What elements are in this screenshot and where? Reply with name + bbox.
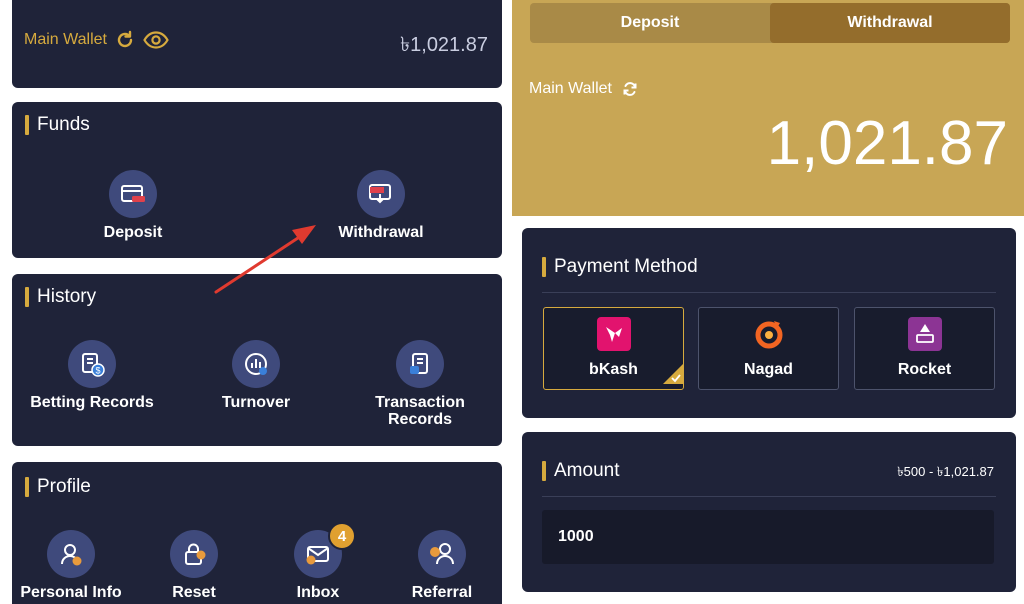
eye-icon[interactable] [143,31,169,49]
panel-wallet-label: Main Wallet [529,80,612,97]
withdrawal-label: Withdrawal [338,224,424,241]
deposit-withdrawal-tabs: Deposit Withdrawal [530,3,1010,43]
transaction-records-icon [396,340,444,388]
rocket-label: Rocket [897,361,952,378]
transaction-records-button[interactable]: Transaction Records [360,340,480,428]
inbox-unread-badge: 4 [328,522,356,550]
personal-info-button[interactable]: Personal Info [12,530,130,601]
deposit-card-icon [109,170,157,218]
reset-lock-icon [170,530,218,578]
nagad-label: Nagad [744,361,793,378]
bkash-logo-icon [596,317,631,351]
bkash-label: bKash [589,361,638,378]
rocket-logo-icon [907,317,942,351]
panel-refresh-icon[interactable] [622,81,638,97]
inbox-label: Inbox [296,584,340,601]
amount-input-value: 1000 [558,528,594,545]
betting-records-icon: $ [68,340,116,388]
profile-card: Profile Personal Info Reset 4 Inbox Refe… [12,462,502,604]
referral-label: Referral [411,584,473,601]
referral-button[interactable]: Referral [392,530,492,601]
wallet-panel: Deposit Withdrawal Main Wallet 1,021.87 [512,0,1024,216]
inbox-button[interactable]: 4 Inbox [268,522,368,601]
withdrawal-button[interactable]: Withdrawal [331,170,431,241]
deposit-button[interactable]: Deposit [83,170,183,241]
history-title: History [25,286,96,308]
deposit-label: Deposit [103,224,163,241]
payment-option-bkash[interactable]: bKash [543,307,684,390]
history-card: History $ Betting Records Turnover Trans… [12,274,502,446]
personal-info-label: Personal Info [20,584,122,601]
payment-method-title: Payment Method [542,256,698,278]
tab-withdrawal[interactable]: Withdrawal [770,3,1010,43]
funds-card: Funds Deposit Withdrawal [12,102,502,258]
amount-title: Amount [542,460,619,482]
turnover-button[interactable]: Turnover [206,340,306,411]
amount-input[interactable]: 1000 [542,510,994,564]
betting-records-label: Betting Records [30,394,154,411]
inbox-icon: 4 [294,522,356,578]
main-wallet-label: Main Wallet [24,31,107,48]
panel-balance: 1,021.87 [766,109,1008,178]
payment-option-rocket[interactable]: Rocket [854,307,995,390]
tab-deposit[interactable]: Deposit [530,3,770,43]
reset-label: Reset [172,584,216,601]
funds-title: Funds [25,114,90,136]
selected-check-icon [663,364,683,389]
main-wallet-balance: ৳1,021.87 [400,34,488,56]
withdrawal-card-icon [357,170,405,218]
referral-icon [418,530,466,578]
betting-records-button[interactable]: $ Betting Records [22,340,162,411]
reset-button[interactable]: Reset [144,530,244,601]
svg-text:$: $ [95,366,100,376]
payment-option-nagad[interactable]: Nagad [698,307,839,390]
personal-info-icon [47,530,95,578]
amount-card: Amount ৳500 - ৳1,021.87 1000 [522,432,1016,592]
turnover-icon [232,340,280,388]
profile-title: Profile [25,476,91,498]
main-wallet-card: Main Wallet ৳1,021.87 [12,0,502,88]
transaction-records-label: Transaction Records [375,394,465,428]
turnover-label: Turnover [221,394,291,411]
refresh-icon[interactable] [115,30,135,50]
nagad-logo-icon [752,317,786,351]
amount-range: ৳500 - ৳1,021.87 [897,464,994,479]
